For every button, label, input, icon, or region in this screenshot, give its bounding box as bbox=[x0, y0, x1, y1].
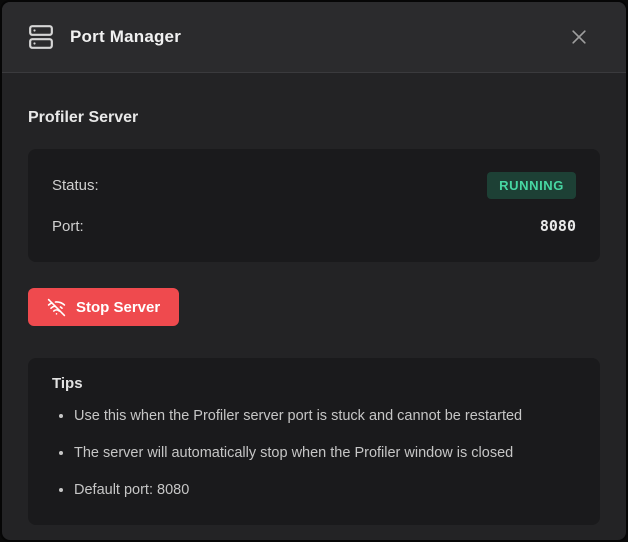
close-button[interactable] bbox=[564, 22, 594, 52]
dialog-header: Port Manager bbox=[2, 2, 626, 73]
wifi-off-icon bbox=[47, 298, 66, 317]
tips-list: Use this when the Profiler server port i… bbox=[52, 406, 576, 501]
stop-server-label: Stop Server bbox=[76, 299, 160, 316]
server-icon bbox=[28, 24, 54, 50]
port-manager-dialog: Port Manager Profiler Server Status: RUN… bbox=[0, 0, 628, 542]
tip-item: The server will automatically stop when … bbox=[74, 443, 576, 464]
status-row: Status: RUNNING bbox=[52, 170, 576, 200]
tips-heading: Tips bbox=[52, 375, 576, 392]
dialog-title: Port Manager bbox=[70, 27, 564, 47]
section-heading: Profiler Server bbox=[28, 109, 600, 127]
port-row: Port: 8080 bbox=[52, 211, 576, 241]
port-label: Port: bbox=[52, 218, 84, 235]
stop-server-button[interactable]: Stop Server bbox=[28, 288, 179, 326]
close-icon bbox=[569, 27, 589, 47]
port-value: 8080 bbox=[540, 217, 576, 235]
tips-panel: Tips Use this when the Profiler server p… bbox=[28, 358, 600, 525]
tip-item: Default port: 8080 bbox=[74, 480, 576, 501]
status-panel: Status: RUNNING Port: 8080 bbox=[28, 149, 600, 262]
tip-item: Use this when the Profiler server port i… bbox=[74, 406, 576, 427]
dialog-body: Profiler Server Status: RUNNING Port: 80… bbox=[2, 73, 626, 542]
status-label: Status: bbox=[52, 177, 99, 194]
status-badge: RUNNING bbox=[487, 172, 576, 199]
